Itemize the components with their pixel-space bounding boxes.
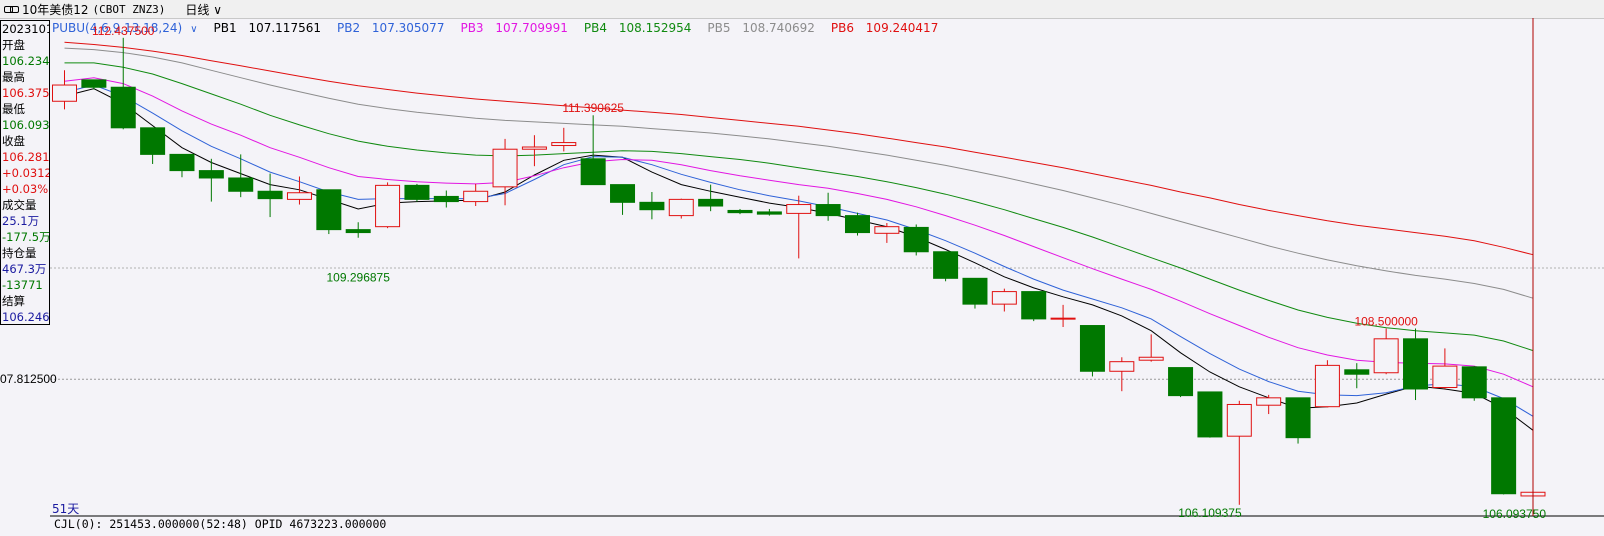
info-low-label: 最低 [2,102,25,116]
candle-body [1432,365,1458,389]
price-annotation: 108.500000 [1354,314,1418,328]
candle-body [698,198,724,207]
candle-body [1285,397,1311,439]
candle-body [815,204,841,217]
candle-body [375,184,401,228]
candle-body [668,198,694,217]
info-open-label: 开盘 [2,38,25,52]
candle-body [198,170,224,179]
info-open: 106.2343 [2,54,49,68]
info-volume: 25.1万 [2,214,40,228]
candle-body [962,277,988,305]
candle-body [1109,361,1135,372]
day-count: 51天 [52,502,80,516]
candle-body [1168,367,1194,397]
candle-body [140,127,166,155]
candle-body [727,209,753,214]
candle-body [933,251,959,279]
info-oi-change: -13771 [2,278,43,292]
candle-body [169,153,195,172]
candle-body [1403,338,1429,390]
candle-body [1461,366,1487,399]
price-annotation: 112.437500 [92,24,155,38]
candle-body [786,204,812,214]
price-annotation: 109.296875 [326,271,390,285]
candle-body [1491,397,1517,495]
info-close-label: 收盘 [2,134,25,148]
candle-body [1314,364,1340,408]
candle-body [1226,403,1252,437]
candle-body [521,146,547,150]
info-high: 106.3750 [2,86,49,100]
ma-line-pb5 [64,47,1534,299]
candle-body [844,215,870,234]
candle-body [228,177,254,192]
candle-body [1079,325,1105,372]
info-date: 20231018 [2,22,49,36]
price-annotation: 111.390625 [562,101,624,115]
candle-body [463,190,489,203]
candle-body [551,142,577,147]
info-volume-label: 成交量 [2,198,37,212]
candle-body [433,195,459,203]
candle-body [1050,317,1076,320]
reference-price-label: 07.812500 [0,372,57,386]
candle-body [404,184,430,200]
candle-body [52,84,77,102]
info-high-label: 最高 [2,70,25,84]
candle-body [874,226,900,234]
candle-body [756,211,782,215]
info-low: 106.0937 [2,118,49,132]
info-volume-change: -177.5万 [2,230,49,244]
candle-body [257,190,283,200]
info-settle-label: 结算 [2,294,25,308]
info-settle: 106.2468 [2,310,49,324]
candle-body [110,86,136,129]
candle-body [81,79,107,88]
candle-body [639,201,665,211]
candle-body [345,229,371,234]
candle-body [1373,338,1399,374]
info-oi: 467.3万 [2,262,47,276]
info-change: +0.0312 [2,166,49,180]
candle-body [316,189,342,231]
candle-body [610,184,636,203]
candle-body [903,226,929,253]
candle-body [1138,356,1164,361]
info-close: 106.2812 [2,150,49,164]
candle-body [1197,391,1223,438]
candle-body [492,148,518,188]
candle-body [580,158,606,186]
info-oi-label: 持仓量 [2,246,37,260]
candle-body [286,192,312,200]
volume-status-bar: CJL(0): 251453.000000(52:48) OPID 467322… [54,517,387,531]
candlestick-chart[interactable]: 07.812500 112.437500 111.390625 109.296875 1… [0,0,1604,536]
info-change-pct: +0.03% [2,182,49,196]
info-panel: 20231018 开盘 106.2343 最高 106.3750 最低 106.… [0,20,50,325]
candle-body [1256,397,1282,406]
candle-body [1344,369,1370,375]
candle-body [991,291,1017,305]
candle-body [1021,291,1047,320]
